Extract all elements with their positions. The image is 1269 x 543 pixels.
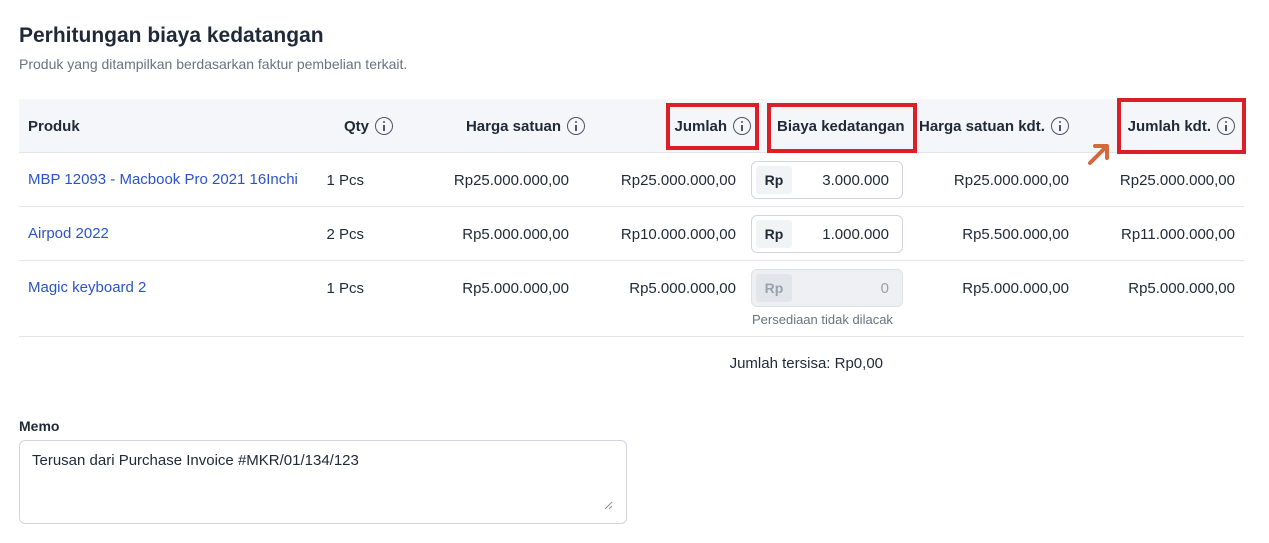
column-header-unit-price: Harga satuan (419, 99, 585, 153)
amount-cell: Rp5.000.000,00 (629, 279, 736, 297)
landed-amount-cell: Rp11.000.000,00 (1121, 225, 1235, 243)
landed-cost-input[interactable]: Rp 1.000.000 (751, 215, 903, 253)
info-icon[interactable] (375, 117, 393, 135)
product-cell: MBP 12093 - Macbook Pro 2021 16Inchi (28, 153, 298, 207)
currency-prefix: Rp (756, 274, 792, 302)
landed-cost-input-disabled: Rp 0 (751, 269, 903, 307)
table-row: MBP 12093 - Macbook Pro 2021 16Inchi 1 P… (19, 153, 1244, 207)
column-header-qty: Qty (279, 99, 393, 153)
landed-unit-price-cell: Rp5.000.000,00 (962, 279, 1069, 297)
landed-cost-value: 0 (880, 279, 889, 297)
unit-price-cell: Rp25.000.000,00 (453, 171, 569, 189)
info-icon[interactable] (733, 117, 751, 135)
inventory-not-tracked-note: Persediaan tidak dilacak (752, 312, 893, 327)
column-header-qty-label: Qty (343, 117, 369, 135)
column-header-unit-price-label: Harga satuan (465, 117, 561, 135)
info-icon[interactable] (567, 117, 585, 135)
column-header-landed-unit-price: Harga satuan kdt. (919, 99, 1069, 153)
page-subtitle: Produk yang ditampilkan berdasarkan fakt… (19, 56, 408, 72)
column-header-landed-amount-label: Jumlah kdt. (1127, 117, 1211, 135)
unit-price-cell: Rp5.000.000,00 (462, 279, 569, 297)
column-header-product: Produk (28, 99, 80, 153)
landed-cost-value[interactable]: 1.000.000 (792, 216, 902, 252)
memo-textarea[interactable]: Terusan dari Purchase Invoice #MKR/01/13… (19, 440, 627, 524)
landed-unit-price-cell: Rp5.500.000,00 (962, 225, 1069, 243)
product-cell: Airpod 2022 (28, 207, 298, 261)
landed-unit-price-cell: Rp25.000.000,00 (953, 171, 1069, 189)
column-header-product-label: Produk (28, 117, 80, 135)
currency-prefix: Rp (756, 220, 792, 248)
product-cell: Magic keyboard 2 (28, 261, 298, 315)
qty-cell: 1 Pcs (326, 279, 364, 297)
resize-grip-icon[interactable] (603, 500, 613, 510)
landed-cost-input[interactable]: Rp 3.000.000 (751, 161, 903, 199)
remaining-amount: Jumlah tersisa: Rp0,00 (729, 355, 883, 372)
column-header-landed-cost-label: Biaya kedatangan (777, 117, 905, 135)
info-icon[interactable] (1217, 117, 1235, 135)
currency-prefix: Rp (756, 166, 792, 194)
unit-price-cell: Rp5.000.000,00 (462, 225, 569, 243)
column-header-amount: Jumlah (599, 99, 751, 153)
qty-cell: 2 Pcs (326, 225, 364, 243)
product-link[interactable]: MBP 12093 - Macbook Pro 2021 16Inchi (28, 170, 298, 190)
product-link[interactable]: Airpod 2022 (28, 224, 298, 244)
memo-label: Memo (19, 418, 60, 434)
landed-cost-value[interactable]: 3.000.000 (792, 162, 902, 198)
column-header-amount-label: Jumlah (674, 117, 727, 135)
page-title: Perhitungan biaya kedatangan (19, 24, 324, 47)
info-icon[interactable] (1050, 117, 1069, 135)
table-row: Airpod 2022 2 Pcs Rp5.000.000,00 Rp10.00… (19, 207, 1244, 261)
product-link[interactable]: Magic keyboard 2 (28, 278, 298, 298)
qty-cell: 1 Pcs (326, 171, 364, 189)
table-header: Produk Qty Harga satuan Jumlah Biaya ked… (19, 99, 1244, 153)
arrow-icon (1088, 144, 1109, 165)
column-header-landed-cost: Biaya kedatangan (777, 99, 905, 153)
amount-cell: Rp10.000.000,00 (620, 225, 736, 243)
table-row: Magic keyboard 2 1 Pcs Rp5.000.000,00 Rp… (19, 261, 1244, 337)
landed-cost-table: Produk Qty Harga satuan Jumlah Biaya ked… (19, 99, 1244, 337)
amount-cell: Rp25.000.000,00 (620, 171, 736, 189)
column-header-landed-unit-price-label: Harga satuan kdt. (919, 117, 1045, 135)
landed-amount-cell: Rp5.000.000,00 (1128, 279, 1235, 297)
